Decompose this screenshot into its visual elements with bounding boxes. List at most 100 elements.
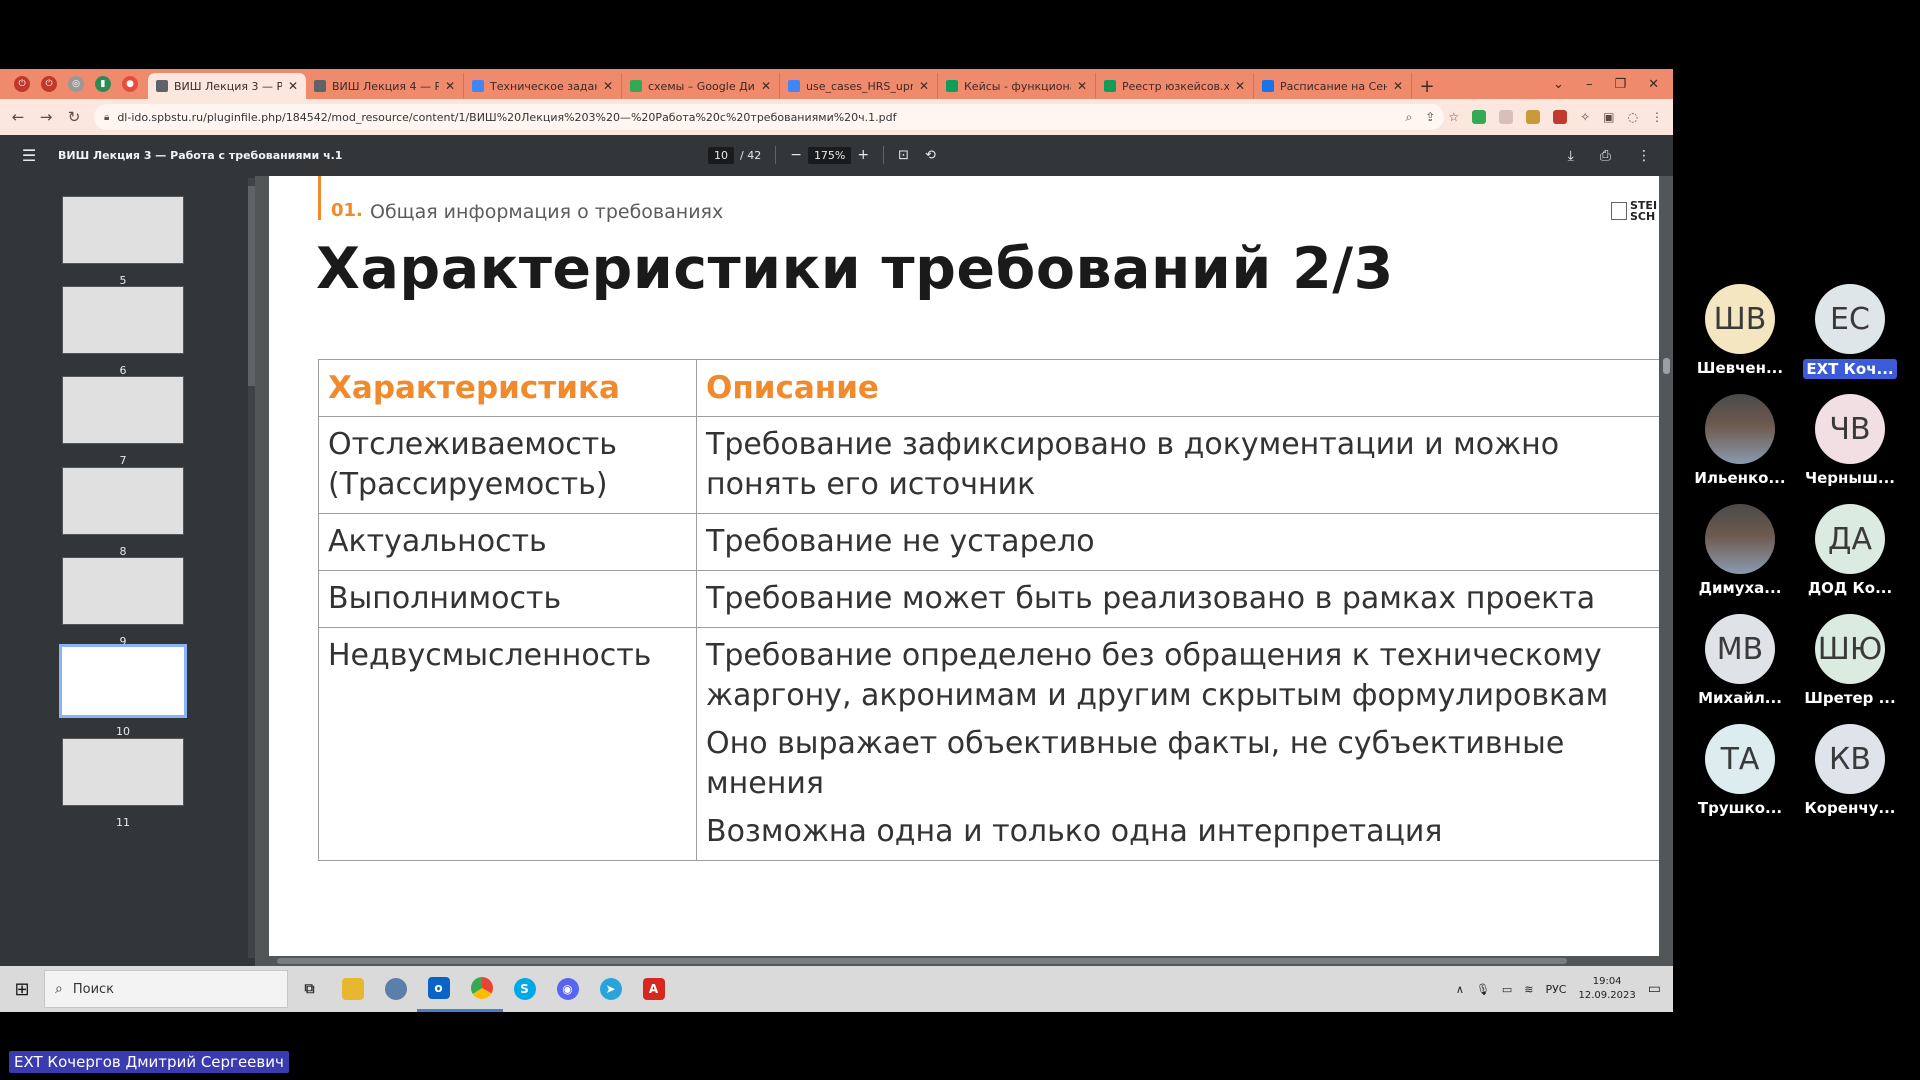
- tab-close-icon[interactable]: ✕: [1393, 79, 1403, 93]
- share-icon[interactable]: ⇪: [1425, 110, 1435, 124]
- windows-start-icon[interactable]: ⊞: [0, 966, 44, 1012]
- battery-icon[interactable]: ▭: [1502, 983, 1512, 996]
- zoom-icon[interactable]: ⌕: [1406, 110, 1413, 125]
- telegram-icon[interactable]: ➤: [589, 966, 632, 1012]
- tab-close-icon[interactable]: ✕: [1235, 79, 1245, 93]
- toolbar-icons: ⌕ ⇪ ☆ ✧ ▣ ◌ ⋮: [1406, 110, 1663, 125]
- page-thumbnail[interactable]: [62, 376, 184, 444]
- tab-close-icon[interactable]: ✕: [761, 79, 771, 93]
- outlook-icon[interactable]: o: [417, 966, 460, 1012]
- fit-page-icon[interactable]: ⊡: [898, 148, 909, 163]
- browser-tab[interactable]: Реестр юзкейсов.xls ✕: [1096, 73, 1254, 99]
- tab-close-icon[interactable]: ✕: [288, 79, 298, 93]
- pinned-tab-icon[interactable]: ●: [122, 76, 138, 92]
- side-panel-icon[interactable]: ▣: [1603, 110, 1614, 124]
- horizontal-scrollbar[interactable]: [255, 956, 1673, 966]
- table-row: Актуальность Требование не устарело: [318, 513, 1673, 571]
- language-indicator[interactable]: РУС: [1545, 983, 1566, 996]
- page-thumbnail[interactable]: [62, 557, 184, 625]
- task-view-icon[interactable]: ⧉: [288, 966, 331, 1012]
- file-explorer-icon[interactable]: [331, 966, 374, 1012]
- extensions-puzzle-icon[interactable]: ✧: [1580, 110, 1590, 124]
- participant-tile[interactable]: ШВ Шевчен...: [1690, 284, 1790, 377]
- participant-tile[interactable]: ТА Трушко...: [1690, 724, 1790, 817]
- tab-close-icon[interactable]: ✕: [603, 79, 613, 93]
- browser-tab[interactable]: Кейсы - функциональ ✕: [938, 73, 1096, 99]
- participant-tile[interactable]: Ильенко...: [1690, 394, 1790, 487]
- skype-icon[interactable]: S: [503, 966, 546, 1012]
- vertical-scrollbar-thumb[interactable]: [1663, 358, 1670, 374]
- menu-dots-icon[interactable]: ⋮: [1651, 110, 1663, 124]
- more-options-icon[interactable]: ⋮: [1637, 148, 1651, 164]
- participant-tile[interactable]: МВ Михайл...: [1690, 614, 1790, 707]
- microphone-icon[interactable]: 🎙︎: [1476, 983, 1490, 996]
- taskbar-search[interactable]: ⌕ Поиск: [44, 970, 288, 1008]
- lock-icon[interactable]: 🔒︎: [104, 112, 109, 123]
- avatar-initials: ЧВ: [1829, 411, 1871, 447]
- tab-favicon-icon: [946, 80, 958, 92]
- browser-tab[interactable]: use_cases_HRS_upra ✕: [780, 73, 938, 99]
- participant-tile[interactable]: ЧВ Черныш...: [1800, 394, 1900, 487]
- browser-tab[interactable]: ВИШ Лекция 4 — Ра ✕: [306, 73, 464, 99]
- tab-search-icon[interactable]: ⌄: [1553, 77, 1564, 92]
- zoom-out-icon[interactable]: −: [790, 147, 802, 163]
- extension-icon[interactable]: [1526, 110, 1541, 124]
- restore-icon[interactable]: ❐: [1614, 77, 1626, 92]
- pinned-tab-icon[interactable]: ⏻: [41, 76, 57, 92]
- page-thumbnail[interactable]: [62, 467, 184, 535]
- print-icon[interactable]: ⎙: [1600, 148, 1611, 164]
- description-cell: Требование зафиксировано в документации …: [696, 416, 1673, 514]
- acrobat-icon[interactable]: A: [632, 966, 675, 1012]
- hamburger-menu-icon[interactable]: ☰: [0, 146, 58, 165]
- browser-tab[interactable]: ВИШ Лекция 3 — Ра ✕: [148, 73, 306, 99]
- browser-tab[interactable]: Техническое задание ✕: [464, 73, 622, 99]
- participant-tile[interactable]: ДА ДОД Ко...: [1800, 504, 1900, 597]
- vertical-scrollbar[interactable]: [1659, 176, 1673, 966]
- participant-tile[interactable]: Димуха...: [1690, 504, 1790, 597]
- avatar-initials: МВ: [1716, 631, 1764, 667]
- extension-icon[interactable]: [1499, 110, 1514, 124]
- bookmark-star-icon[interactable]: ☆: [1448, 110, 1459, 124]
- tab-close-icon[interactable]: ✕: [919, 79, 929, 93]
- browser-tab[interactable]: Расписание на Сен ✕: [1254, 73, 1412, 99]
- notifications-icon[interactable]: ▭: [1648, 981, 1661, 997]
- pinned-tab-icon[interactable]: ⏻: [14, 76, 30, 92]
- page-thumbnail[interactable]: [62, 286, 184, 354]
- page-number-input[interactable]: 10: [708, 146, 734, 164]
- participant-tile[interactable]: ЕС EXT Коч...: [1800, 284, 1900, 379]
- participant-tile[interactable]: ШЮ Шретер ...: [1800, 614, 1900, 707]
- page-thumbnail[interactable]: [62, 738, 184, 806]
- browser-tab[interactable]: схемы – Google Диск ✕: [622, 73, 780, 99]
- participant-tile[interactable]: КВ Коренчу...: [1800, 724, 1900, 817]
- clock[interactable]: 19:04 12.09.2023: [1579, 975, 1636, 1003]
- forward-icon[interactable]: →: [32, 103, 60, 131]
- address-bar[interactable]: 🔒︎ dl-ido.spbstu.ru/pluginfile.php/18454…: [94, 104, 1444, 130]
- zoom-input[interactable]: 175%: [807, 146, 852, 164]
- page-thumbnail[interactable]: [62, 196, 184, 264]
- tray-expand-icon[interactable]: ∧: [1456, 983, 1464, 996]
- pinned-tab-icon[interactable]: ▮: [95, 76, 111, 92]
- thumbnail-page-number: 10: [116, 725, 130, 738]
- reload-icon[interactable]: ↻: [60, 103, 88, 131]
- discord-icon[interactable]: ◉: [546, 966, 589, 1012]
- chrome-icon[interactable]: [460, 966, 503, 1012]
- rotate-icon[interactable]: ⟲: [925, 148, 936, 163]
- zoom-in-icon[interactable]: +: [857, 147, 869, 163]
- download-icon[interactable]: ⤓: [1568, 148, 1574, 164]
- extension-icon[interactable]: [1472, 110, 1487, 124]
- close-window-icon[interactable]: ✕: [1648, 77, 1659, 92]
- horizontal-scrollbar-thumb[interactable]: [277, 958, 1567, 964]
- description-text: Оно выражает объективные факты, не субъе…: [706, 726, 1565, 801]
- extension-icon[interactable]: [1553, 110, 1568, 124]
- profile-icon[interactable]: ◌: [1628, 110, 1638, 124]
- new-tab-button[interactable]: +: [1412, 73, 1442, 99]
- sidebar-scrollbar-thumb[interactable]: [248, 186, 255, 386]
- tab-close-icon[interactable]: ✕: [445, 79, 455, 93]
- wifi-icon[interactable]: ≋: [1524, 983, 1533, 996]
- app-icon[interactable]: [374, 966, 417, 1012]
- back-icon[interactable]: ←: [4, 103, 32, 131]
- pinned-tab-icon[interactable]: ◎: [68, 76, 84, 92]
- minimize-icon[interactable]: –: [1586, 77, 1593, 92]
- tab-close-icon[interactable]: ✕: [1077, 79, 1087, 93]
- page-thumbnail[interactable]: [59, 644, 187, 718]
